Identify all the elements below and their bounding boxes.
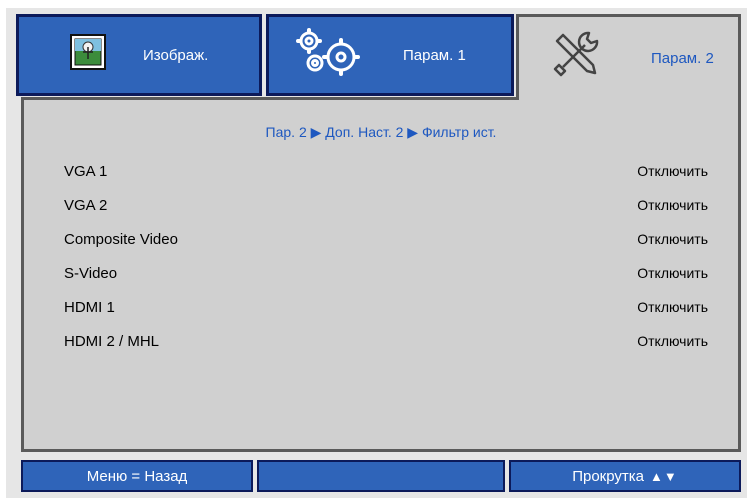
item-value: Отключить bbox=[637, 299, 708, 315]
list-item-hdmi1[interactable]: HDMI 1 Отключить bbox=[64, 292, 708, 322]
osd-menu: Изображ. Парам. 1 Парам. 2 Пар. 2 ▶ Доп.… bbox=[6, 8, 747, 498]
tab-settings-2[interactable]: Парам. 2 bbox=[516, 14, 741, 100]
image-icon bbox=[69, 33, 107, 76]
panel-divider bbox=[21, 97, 519, 100]
item-label: Composite Video bbox=[64, 230, 178, 248]
scroll-label: Прокрутка bbox=[572, 467, 645, 485]
tab-image[interactable]: Изображ. bbox=[16, 14, 262, 96]
item-value: Отключить bbox=[637, 265, 708, 281]
up-down-arrows-icon: ▲▼ bbox=[650, 468, 678, 484]
item-value: Отключить bbox=[637, 163, 708, 179]
tab-settings-1-label: Парам. 1 bbox=[403, 46, 466, 64]
list-item-hdmi2-mhl[interactable]: HDMI 2 / MHL Отключить bbox=[64, 326, 708, 356]
breadcrumb: Пар. 2 ▶ Доп. Наст. 2 ▶ Фильтр ист. bbox=[265, 124, 497, 140]
tab-image-label: Изображ. bbox=[143, 46, 209, 64]
list-item-vga2[interactable]: VGA 2 Отключить bbox=[64, 190, 708, 220]
item-value: Отключить bbox=[637, 197, 708, 213]
tools-icon bbox=[549, 25, 605, 86]
footer-middle bbox=[257, 460, 505, 492]
list-item-s-video[interactable]: S-Video Отключить bbox=[64, 258, 708, 288]
item-label: VGA 1 bbox=[64, 162, 108, 180]
content-panel: Пар. 2 ▶ Доп. Наст. 2 ▶ Фильтр ист. VGA … bbox=[21, 98, 741, 452]
list-item-vga1[interactable]: VGA 1 Отключить bbox=[64, 156, 708, 186]
tab-settings-1[interactable]: Парам. 1 bbox=[266, 14, 514, 96]
list-item-composite-video[interactable]: Composite Video Отключить bbox=[64, 224, 708, 254]
scroll-hint: Прокрутка ▲▼ bbox=[509, 460, 741, 492]
back-button[interactable]: Меню = Назад bbox=[21, 460, 253, 492]
back-label: Меню = Назад bbox=[86, 467, 188, 485]
tab-settings-2-label: Парам. 2 bbox=[651, 50, 714, 67]
item-label: S-Video bbox=[64, 264, 118, 282]
item-value: Отключить bbox=[637, 231, 708, 247]
item-label: HDMI 1 bbox=[64, 298, 115, 316]
gears-icon bbox=[291, 27, 361, 84]
item-value: Отключить bbox=[637, 333, 708, 349]
item-label: HDMI 2 / MHL bbox=[64, 332, 160, 350]
item-label: VGA 2 bbox=[64, 196, 108, 214]
